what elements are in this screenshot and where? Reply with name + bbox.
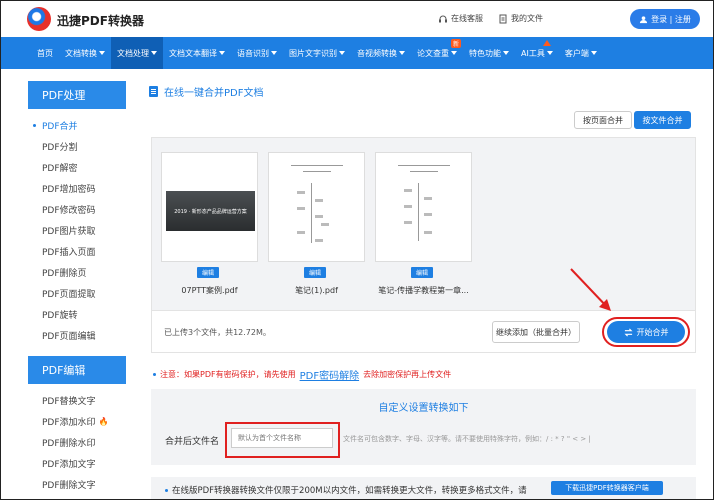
chevron-down-icon — [590, 51, 597, 55]
chevron-down-icon — [399, 51, 405, 55]
mindmap-preview — [281, 161, 353, 253]
nav-item-paper-check[interactable]: 论文查重新 — [411, 37, 463, 69]
size-limit-note: 在线版PDF转换器转换文件仅限于200M以内文件，如需转换更大文件，转换更多格式… — [151, 477, 696, 499]
new-badge: 新 — [450, 39, 461, 48]
sidebar-item-pdf-page-extract[interactable]: PDF页面提取 — [28, 283, 126, 304]
main-nav: 首页 文档转换 文档处理 文档文本翻译 语音识别 图片文字识别 音视频转换 论文… — [1, 37, 713, 69]
file-icon — [499, 14, 507, 23]
download-client-button[interactable]: 下载迅捷PDF转换器客户端 — [551, 481, 663, 495]
file-name: 07PTT案例.pdf — [181, 286, 238, 295]
sidebar-item-pdf-change-password[interactable]: PDF修改密码 — [28, 199, 126, 220]
user-icon — [640, 15, 648, 23]
file-card[interactable]: 编辑 笔记(1).pdf — [268, 152, 365, 298]
swap-icon — [623, 328, 633, 336]
fire-icon: 🔥 — [98, 417, 109, 426]
nav-item-home[interactable]: 首页 — [31, 37, 59, 69]
settings-title: 自定义设置转换如下 — [378, 403, 469, 414]
nav-item-speech[interactable]: 语音识别 — [231, 37, 283, 69]
page-title: 在线一键合并PDF文档 — [149, 84, 263, 99]
chevron-down-icon — [99, 51, 105, 55]
upload-status: 已上传3个文件，共12.72M。 — [164, 328, 271, 337]
sidebar: PDF处理 PDF合并 PDF分割 PDF解密 PDF增加密码 PDF修改密码 … — [28, 81, 126, 500]
edit-button[interactable]: 编辑 — [411, 267, 433, 278]
chevron-down-icon — [546, 51, 553, 55]
file-card[interactable]: 编辑 笔记-传播学教程第一章... — [375, 152, 472, 298]
hot-marker-icon — [543, 40, 551, 46]
annotation-arrow-icon — [570, 268, 611, 311]
file-thumbnail: 2019 · 新形态产品品牌运营方案 — [161, 152, 258, 262]
add-more-files-button[interactable]: 继续添加（批量合并） — [492, 321, 580, 343]
login-register-button[interactable]: 登录 | 注册 — [630, 9, 700, 29]
document-icon — [149, 86, 158, 97]
online-service-link[interactable]: 在线客服 — [438, 13, 483, 24]
file-name: 笔记(1).pdf — [295, 286, 338, 295]
file-name: 笔记-传播学教程第一章... — [378, 286, 469, 295]
nav-item-features[interactable]: 特色功能 — [463, 37, 515, 69]
pdf-password-remove-link[interactable]: PDF密码解除 — [300, 367, 359, 382]
sidebar-item-pdf-insert-page[interactable]: PDF插入页面 — [28, 241, 126, 262]
sidebar-item-pdf-add-password[interactable]: PDF增加密码 — [28, 178, 126, 199]
sidebar-item-pdf-rotate[interactable]: PDF旋转 — [28, 304, 126, 325]
sidebar-item-pdf-remove-watermark[interactable]: PDF删除水印 — [28, 432, 126, 453]
my-files-link[interactable]: 我的文件 — [498, 13, 543, 24]
password-notice: 注意：如果PDF有密码保护，请先使用 PDF密码解除 去除加密保护再上传文件 — [153, 367, 451, 382]
sidebar-item-pdf-image-extract[interactable]: PDF图片获取 — [28, 220, 126, 241]
highlight-ring — [225, 422, 340, 458]
chevron-down-icon — [151, 51, 157, 55]
sidebar-item-pdf-page-edit[interactable]: PDF页面编辑 — [28, 325, 126, 346]
top-header: 迅捷PDF转换器 在线客服 我的文件 登录 | 注册 — [1, 1, 713, 37]
mindmap-preview — [388, 161, 460, 253]
chevron-down-icon — [339, 51, 345, 55]
edit-button[interactable]: 编辑 — [304, 267, 326, 278]
file-card[interactable]: 2019 · 新形态产品品牌运营方案 编辑 07PTT案例.pdf — [161, 152, 258, 298]
sidebar-item-pdf-split[interactable]: PDF分割 — [28, 136, 126, 157]
sidebar-item-pdf-add-text[interactable]: PDF添加文字 — [28, 453, 126, 474]
sidebar-section-pdf-process: PDF处理 — [28, 81, 126, 109]
tab-merge-by-page[interactable]: 按页面合并 — [574, 111, 632, 129]
nav-item-ocr[interactable]: 图片文字识别 — [283, 37, 351, 69]
filename-hint: 文件名可包含数字、字母、汉字等。请不要使用特殊字符，例如：/ : * ? " <… — [343, 435, 591, 443]
custom-settings-panel: 自定义设置转换如下 合并后文件名 文件名可包含数字、字母、汉字等。请不要使用特殊… — [151, 389, 696, 465]
nav-item-doc-process[interactable]: 文档处理 — [111, 37, 163, 69]
nav-item-doc-convert[interactable]: 文档转换 — [59, 37, 111, 69]
chevron-down-icon — [271, 51, 277, 55]
edit-button[interactable]: 编辑 — [197, 267, 219, 278]
sidebar-item-pdf-merge[interactable]: PDF合并 — [28, 115, 126, 136]
brand-logo[interactable] — [27, 7, 51, 31]
brand-name[interactable]: 迅捷PDF转换器 — [57, 12, 144, 29]
file-thumbnail — [268, 152, 365, 262]
nav-item-client[interactable]: 客户端 — [559, 37, 603, 69]
sidebar-item-pdf-add-watermark[interactable]: PDF添加水印 🔥 — [28, 411, 126, 432]
sidebar-section-pdf-edit: PDF编辑 — [28, 356, 126, 384]
nav-item-translate[interactable]: 文档文本翻译 — [163, 37, 231, 69]
sidebar-item-pdf-replace-text[interactable]: PDF替换文字 — [28, 390, 126, 411]
nav-item-av[interactable]: 音视频转换 — [351, 37, 411, 69]
thumbnail-text: 2019 · 新形态产品品牌运营方案 — [174, 208, 247, 215]
sidebar-item-pdf-delete-page[interactable]: PDF删除页 — [28, 262, 126, 283]
sidebar-item-pdf-delete-text[interactable]: PDF删除文字 — [28, 474, 126, 495]
nav-item-ai[interactable]: AI工具 — [515, 37, 559, 69]
chevron-down-icon — [503, 51, 509, 55]
start-merge-button[interactable]: 开始合并 — [607, 321, 685, 343]
chevron-down-icon — [451, 51, 457, 55]
tab-merge-by-file[interactable]: 按文件合并 — [634, 111, 691, 129]
headset-icon — [439, 15, 447, 22]
sidebar-item-pdf-decrypt[interactable]: PDF解密 — [28, 157, 126, 178]
file-thumbnail — [375, 152, 472, 262]
chevron-down-icon — [219, 51, 225, 55]
output-name-label: 合并后文件名 — [165, 437, 220, 447]
